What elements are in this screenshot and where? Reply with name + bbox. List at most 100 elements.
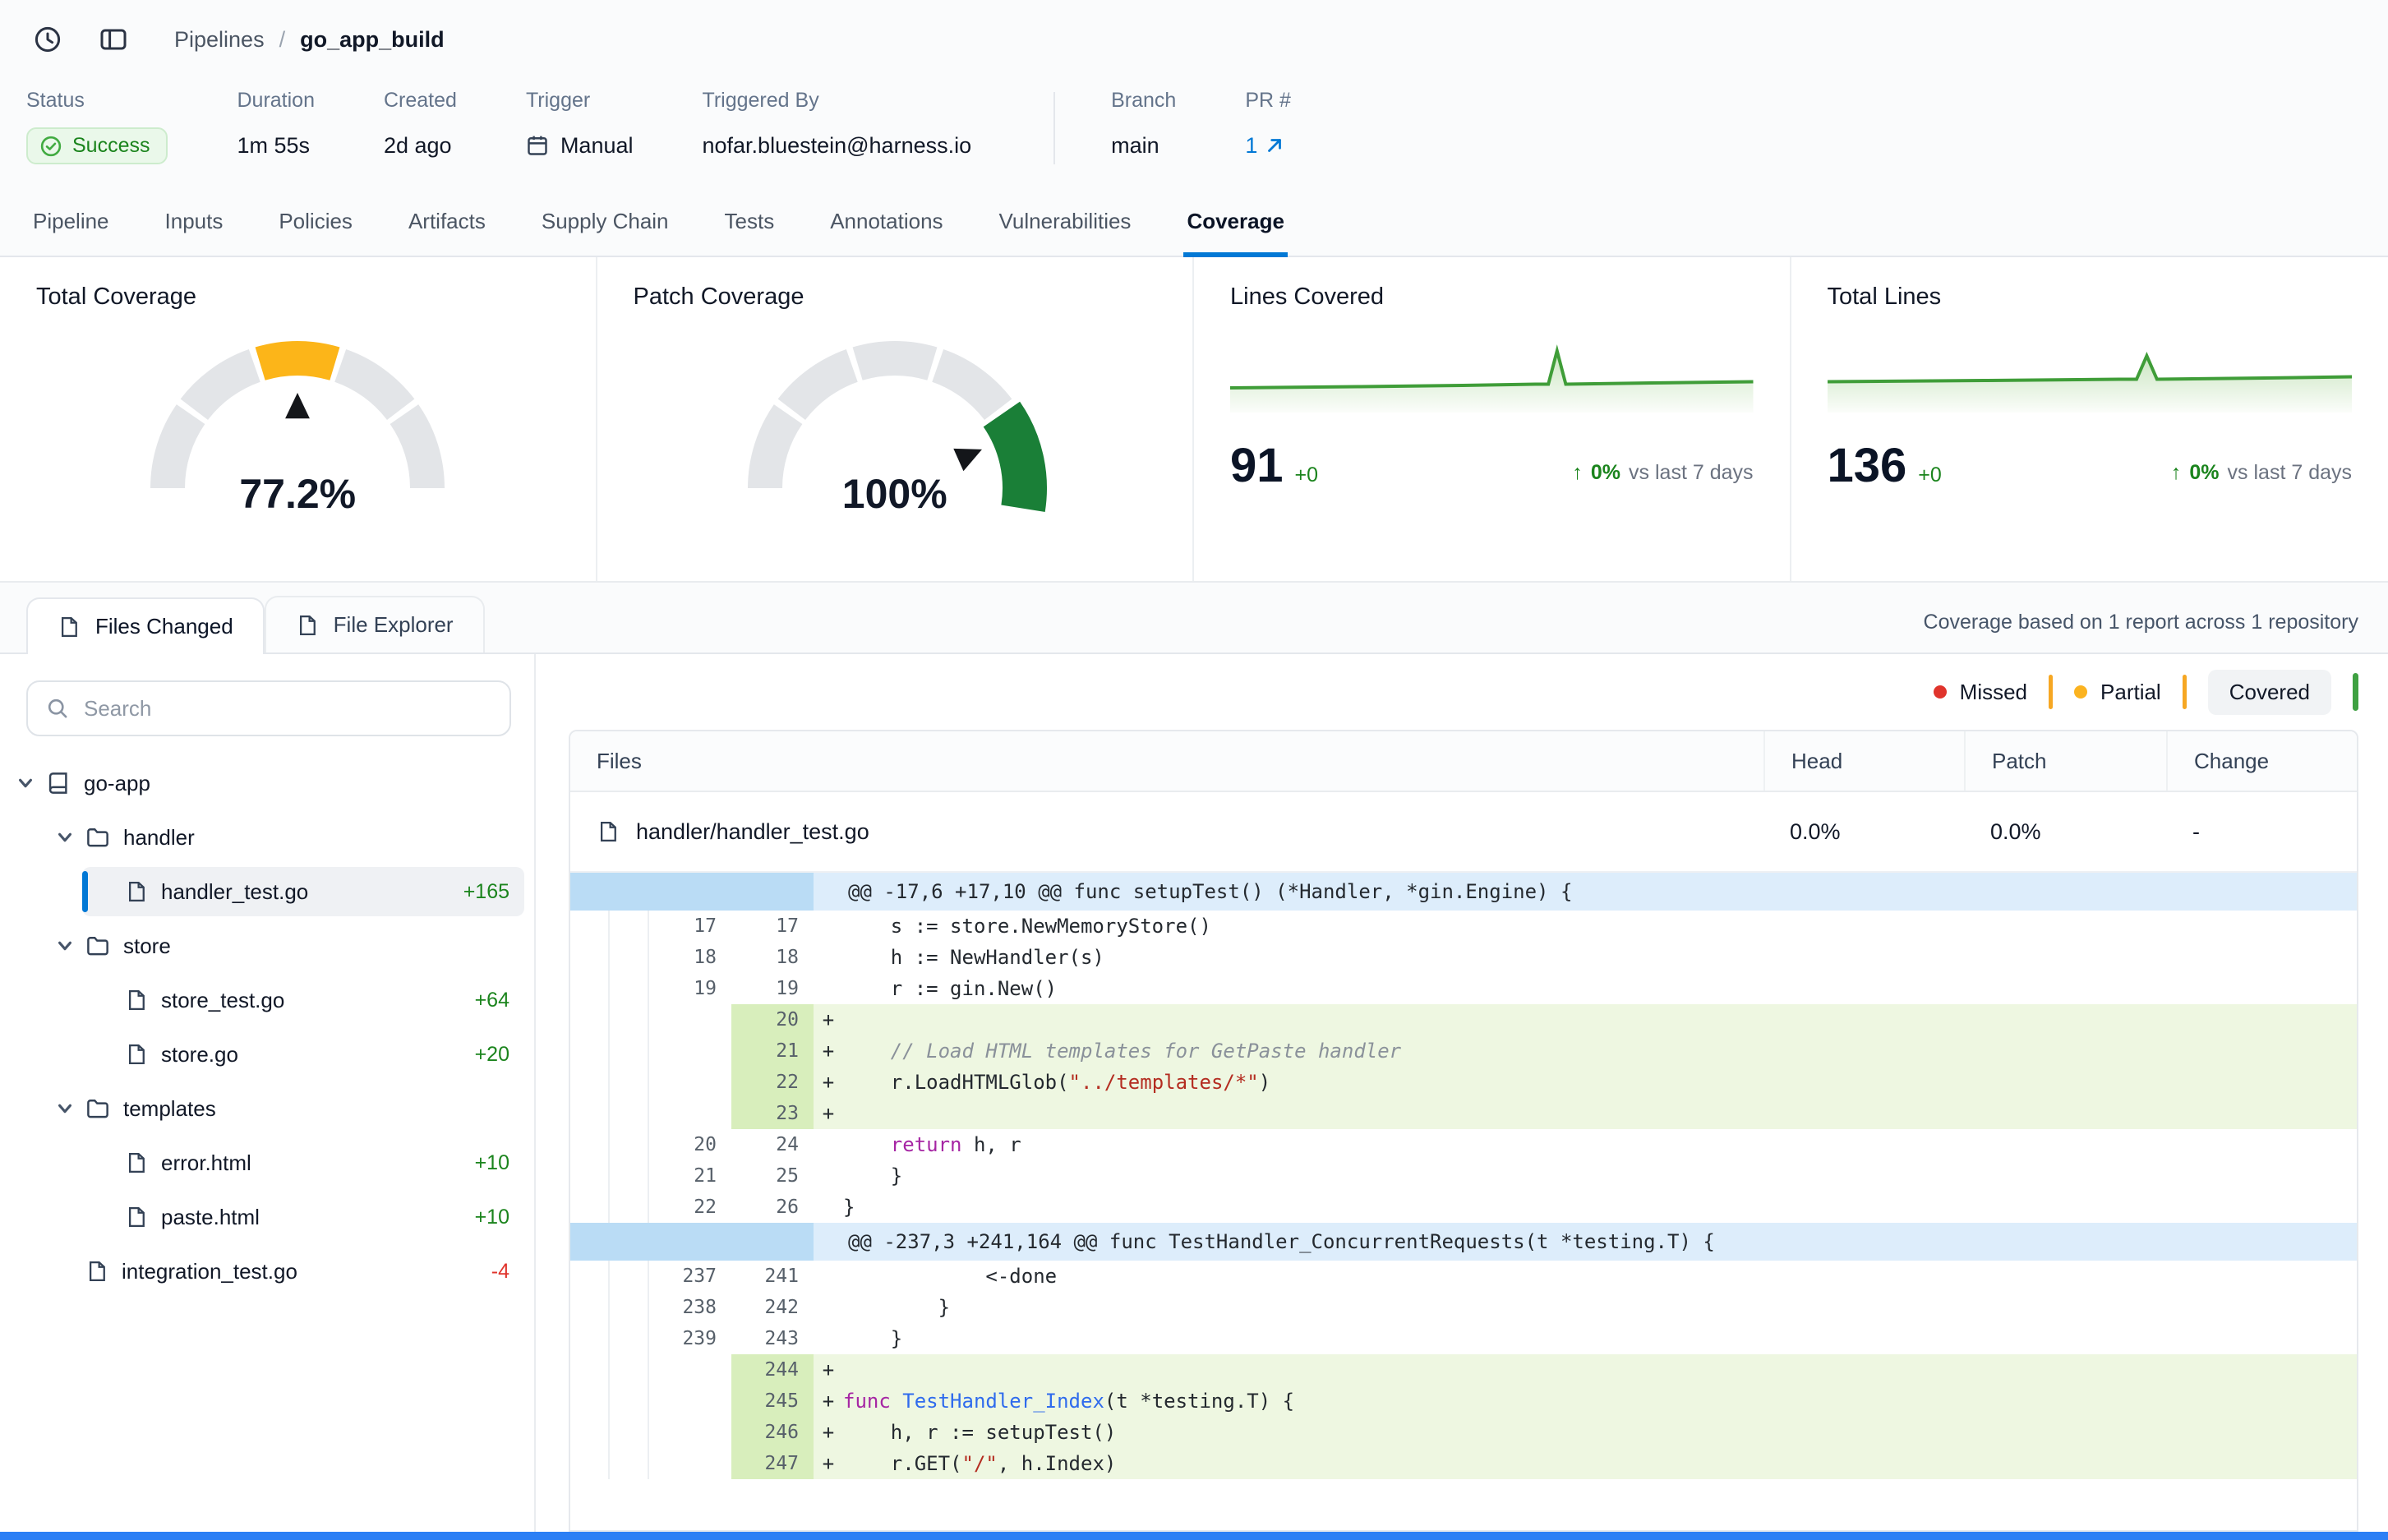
partial-dot-icon <box>2074 685 2087 699</box>
tab-artifacts[interactable]: Artifacts <box>405 187 489 256</box>
lines-covered-title: Lines Covered <box>1230 284 1754 311</box>
diff-line: 246+ h, r := setupTest() <box>570 1417 2357 1448</box>
patch-coverage-title: Patch Coverage <box>634 284 1157 311</box>
trigger-label: Trigger <box>526 89 634 113</box>
tree-item-label: paste.html <box>161 1205 260 1230</box>
tree-item-error.html[interactable]: error.html +10 <box>0 1136 534 1190</box>
tab-file-explorer[interactable]: File Explorer <box>265 596 485 652</box>
tree-item-label: store.go <box>161 1042 238 1067</box>
covered-bar-icon <box>2353 673 2358 711</box>
tab-supply-chain[interactable]: Supply Chain <box>538 187 672 256</box>
chevron-down-icon[interactable] <box>56 937 74 955</box>
total-coverage-title: Total Coverage <box>36 284 560 311</box>
patch-coverage-value: 100% <box>722 470 1067 518</box>
header-divider <box>1053 92 1055 164</box>
column-head: Head <box>1763 731 1964 791</box>
diff-line: 247+ r.GET("/", h.Index) <box>570 1448 2357 1479</box>
tree-item-label: handler_test.go <box>161 879 308 905</box>
tab-vulnerabilities[interactable]: Vulnerabilities <box>996 187 1135 256</box>
tree-item-label: store_test.go <box>161 988 284 1013</box>
created-label: Created <box>384 89 457 113</box>
breadcrumb-pipelines[interactable]: Pipelines <box>174 27 265 53</box>
file-icon <box>296 614 319 637</box>
file-icon <box>125 1206 148 1229</box>
diff-line: 239243 } <box>570 1323 2357 1354</box>
folder-icon <box>85 825 110 850</box>
diff-area: Missed Partial Covered Files Head Patch … <box>536 654 2388 1532</box>
horizontal-scrollbar[interactable] <box>0 1532 2388 1540</box>
tab-tests[interactable]: Tests <box>721 187 778 256</box>
file-patch-coverage: 0.0% <box>1964 819 2166 845</box>
status-field: Status Success <box>26 89 168 164</box>
tab-files-changed[interactable]: Files Changed <box>26 597 265 654</box>
legend-missed[interactable]: Missed <box>1934 680 2027 705</box>
tree-item-label: handler <box>123 825 195 851</box>
tree-item-store_test.go[interactable]: store_test.go+64 <box>0 973 534 1027</box>
change-count: +10 <box>475 1206 509 1229</box>
lines-covered-trend: ↑ 0% vs last 7 days <box>1572 461 1753 490</box>
missed-dot-icon <box>1934 685 1947 699</box>
column-patch: Patch <box>1964 731 2166 791</box>
tree-item-label: error.html <box>161 1150 251 1176</box>
breadcrumb-separator: / <box>279 27 286 53</box>
legend-partial[interactable]: Partial <box>2074 680 2161 705</box>
chevron-down-icon[interactable] <box>16 774 35 792</box>
trigger-field: Trigger Manual <box>526 89 634 164</box>
tab-policies[interactable]: Policies <box>275 187 356 256</box>
tree-item-handler_test.go[interactable]: handler_test.go +165 <box>0 865 534 919</box>
triggered-by-field: Triggered By nofar.bluestein@harness.io <box>703 89 972 164</box>
tab-coverage[interactable]: Coverage <box>1183 187 1288 257</box>
main-panel: go-apphandlerhandler_test.go+165storesto… <box>0 652 2388 1532</box>
diff-line: 2125 } <box>570 1160 2357 1192</box>
tree-item-paste.html[interactable]: paste.html +10 <box>0 1190 534 1244</box>
legend-covered[interactable]: Covered <box>2208 670 2331 715</box>
change-count: +20 <box>475 1043 509 1067</box>
history-icon[interactable] <box>26 18 69 61</box>
tree-item-integration_test.go[interactable]: integration_test.go-4 <box>0 1244 534 1298</box>
status-label: Status <box>26 89 168 113</box>
tree-item-store[interactable]: store <box>0 919 534 973</box>
legend-divider <box>2183 675 2187 709</box>
breadcrumb: Pipelines / go_app_build <box>174 27 445 53</box>
tab-pipeline[interactable]: Pipeline <box>30 187 113 256</box>
lines-covered-value: 91 <box>1230 442 1284 490</box>
total-lines-card: Total Lines 136 +0 ↑ 0% vs last 7 days <box>1791 257 2388 581</box>
change-count: +10 <box>475 1151 509 1175</box>
diff-line: 23+ <box>570 1098 2357 1129</box>
triggered-by-label: Triggered By <box>703 89 972 113</box>
tree-item-store.go[interactable]: store.go +20 <box>0 1027 534 1081</box>
tree-item-go-app[interactable]: go-app <box>0 756 534 810</box>
triggered-by-value: nofar.bluestein@harness.io <box>703 127 972 164</box>
chevron-down-icon[interactable] <box>56 828 74 846</box>
diff-line: 21+ // Load HTML templates for GetPaste … <box>570 1035 2357 1067</box>
tab-inputs[interactable]: Inputs <box>162 187 227 256</box>
total-lines-value: 136 <box>1828 442 1907 490</box>
diff-line: 1919 r := gin.New() <box>570 973 2357 1004</box>
stat-cards: Total Coverage 77.2% Patch Coverage 100%… <box>0 257 2388 583</box>
tree-item-templates[interactable]: templates <box>0 1081 534 1136</box>
change-count: +165 <box>463 880 509 904</box>
breadcrumb-current: go_app_build <box>300 27 445 53</box>
diff-line: 238242 } <box>570 1292 2357 1323</box>
tree-item-label: go-app <box>84 771 150 796</box>
sidebar-toggle-icon[interactable] <box>92 18 135 61</box>
diff-line: 1717 s := store.NewMemoryStore() <box>570 911 2357 942</box>
diff-line: 22+ r.LoadHTMLGlob("../templates/*") <box>570 1067 2357 1098</box>
file-row[interactable]: handler/handler_test.go 0.0% 0.0% - <box>570 792 2357 873</box>
branch-field: Branch main <box>1111 89 1176 164</box>
diff-line: 2024 return h, r <box>570 1129 2357 1160</box>
duration-value: 1m 55s <box>237 127 315 164</box>
tab-annotations[interactable]: Annotations <box>827 187 946 256</box>
total-coverage-value: 77.2% <box>125 470 470 518</box>
change-count: -4 <box>491 1260 509 1284</box>
column-files: Files <box>570 731 1763 791</box>
tree-item-handler[interactable]: handler <box>0 810 534 865</box>
folder-icon <box>85 1096 110 1121</box>
diff-line: 1818 h := NewHandler(s) <box>570 942 2357 973</box>
page: Pipelines / go_app_build Status Success … <box>0 0 2388 1540</box>
chevron-down-icon[interactable] <box>56 1100 74 1118</box>
diff-line: 245+func TestHandler_Index(t *testing.T)… <box>570 1386 2357 1417</box>
search-input[interactable] <box>84 696 491 722</box>
pr-link[interactable]: 1 <box>1245 133 1285 159</box>
file-icon <box>125 989 148 1012</box>
